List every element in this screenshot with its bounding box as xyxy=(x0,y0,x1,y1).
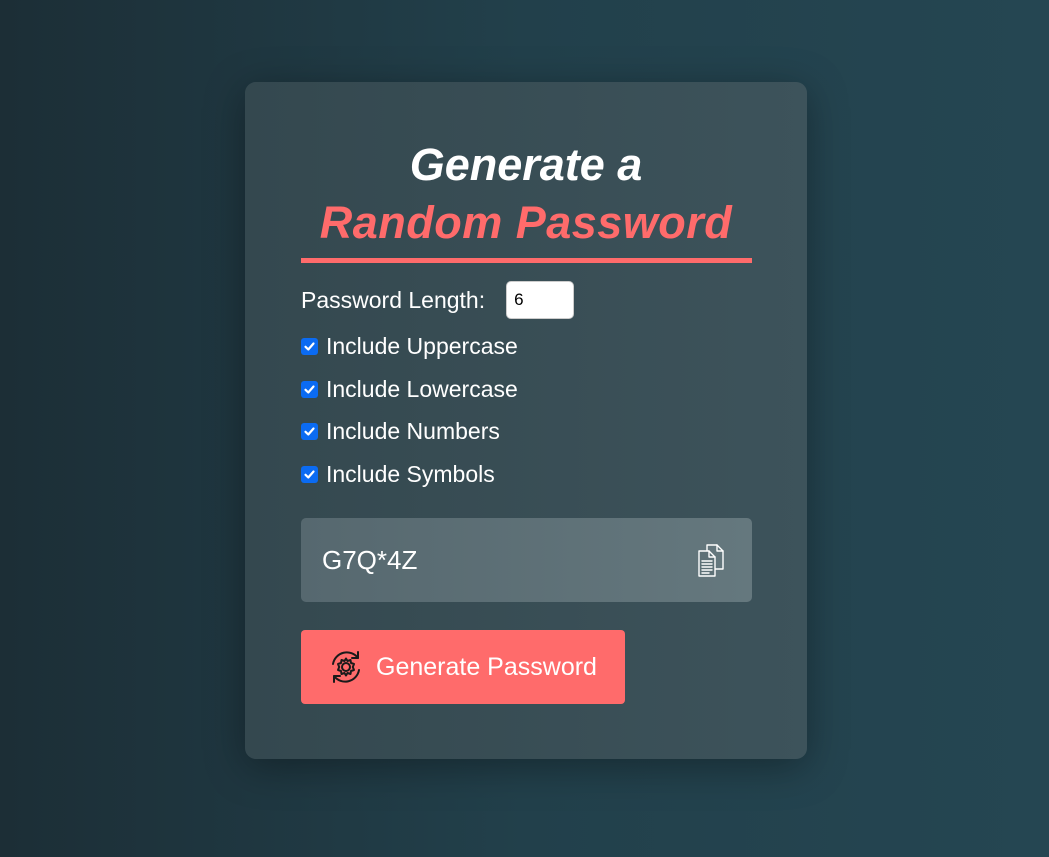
password-length-input[interactable] xyxy=(506,281,575,319)
copy-icon[interactable] xyxy=(692,541,730,579)
title-line-2: Random Password xyxy=(319,197,733,248)
generate-password-button[interactable]: Generate Password xyxy=(301,630,625,704)
title-underline xyxy=(301,258,752,263)
generate-password-label: Generate Password xyxy=(376,652,597,681)
lowercase-checkbox[interactable] xyxy=(301,380,318,398)
uppercase-checkbox[interactable] xyxy=(301,337,318,355)
password-result-box: G7Q*4Z xyxy=(301,518,752,602)
refresh-gear-icon xyxy=(327,648,365,686)
lowercase-label: Include Lowercase xyxy=(326,375,518,402)
option-numbers[interactable]: Include Numbers xyxy=(301,416,500,446)
page-title: Generate a Random Password xyxy=(301,136,751,252)
password-generator-card: Generate a Random Password Password Leng… xyxy=(245,82,807,759)
option-symbols[interactable]: Include Symbols xyxy=(301,459,495,489)
numbers-checkbox[interactable] xyxy=(301,422,318,440)
generated-password: G7Q*4Z xyxy=(322,545,418,575)
option-lowercase[interactable]: Include Lowercase xyxy=(301,374,518,404)
title-line-1: Generate a xyxy=(409,139,643,190)
password-length-label: Password Length: xyxy=(301,286,486,313)
symbols-label: Include Symbols xyxy=(326,460,495,487)
option-uppercase[interactable]: Include Uppercase xyxy=(301,331,518,361)
uppercase-label: Include Uppercase xyxy=(326,332,518,359)
symbols-checkbox[interactable] xyxy=(301,465,318,483)
numbers-label: Include Numbers xyxy=(326,417,500,444)
password-length-row: Password Length: xyxy=(301,280,575,320)
